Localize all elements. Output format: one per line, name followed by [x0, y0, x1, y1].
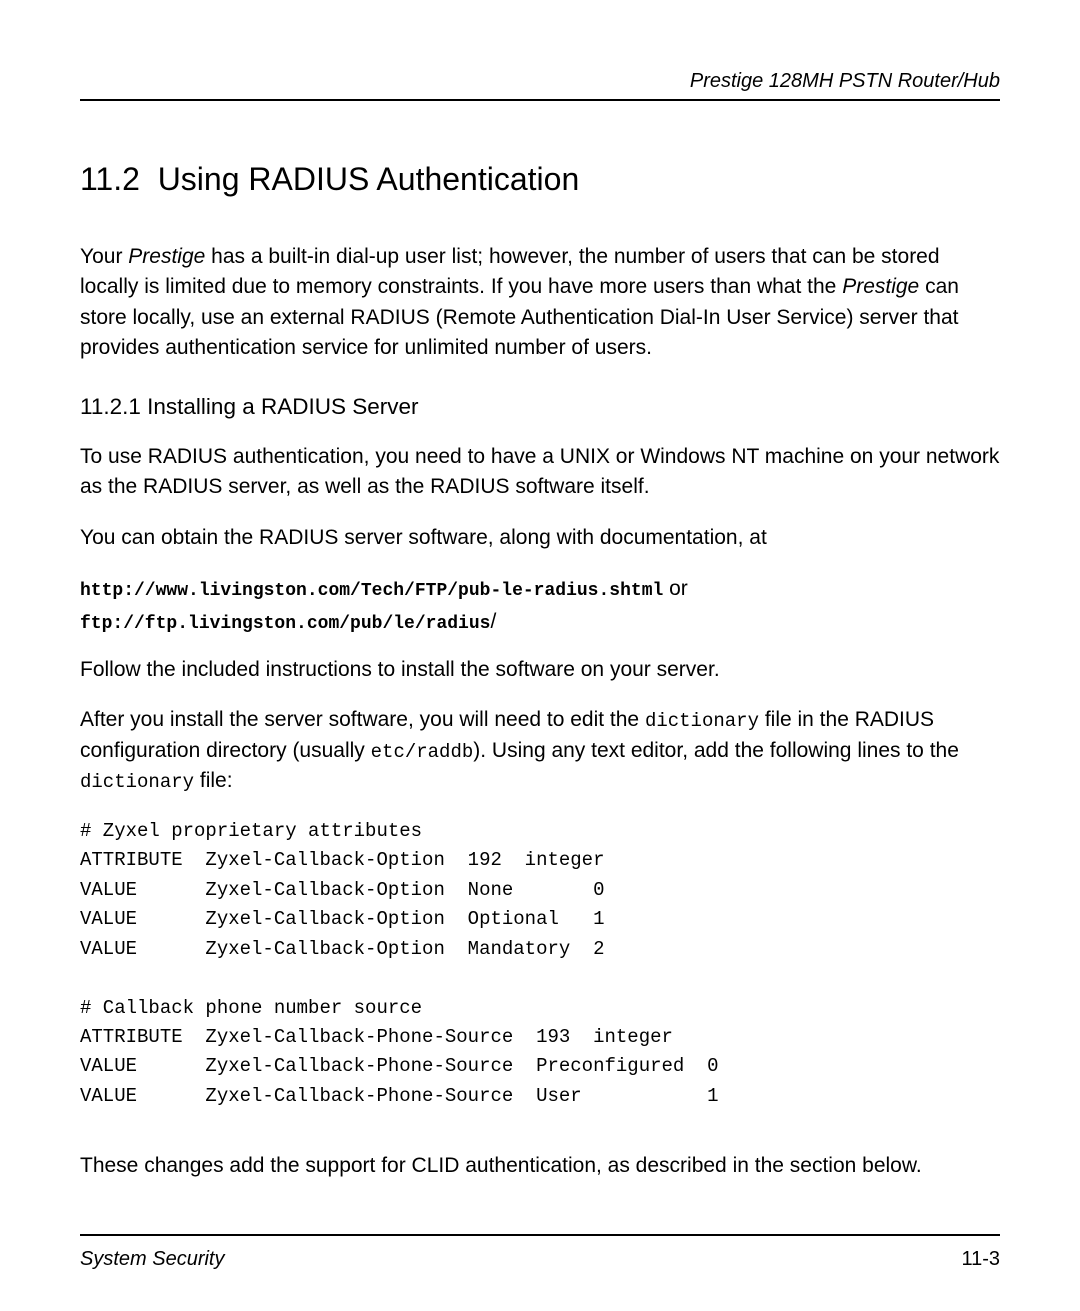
trailing-slash: /	[490, 610, 496, 633]
dictionary-file: dictionary	[645, 710, 759, 732]
page: Prestige 128MH PSTN Router/Hub 11.2 Usin…	[0, 0, 1080, 1311]
subsection-heading: 11.2.1 Installing a RADIUS Server	[80, 394, 1000, 420]
footer-rule	[80, 1234, 1000, 1236]
url-block: http://www.livingston.com/Tech/FTP/pub-l…	[80, 573, 1000, 639]
para-follow: Follow the included instructions to inst…	[80, 655, 1000, 685]
text: After you install the server software, y…	[80, 708, 645, 731]
para-intro: Your Prestige has a built-in dial-up use…	[80, 242, 1000, 364]
dictionary-code-block: # Zyxel proprietary attributes ATTRIBUTE…	[80, 817, 1000, 1111]
page-number: 11-3	[961, 1248, 1000, 1271]
product-name: Prestige	[128, 245, 205, 268]
footer: System Security 11-3	[80, 1234, 1000, 1271]
url-http: http://www.livingston.com/Tech/FTP/pub-l…	[80, 581, 663, 601]
config-path: etc/raddb	[371, 741, 474, 763]
text: file:	[194, 769, 233, 792]
section-title: Using RADIUS Authentication	[158, 161, 580, 197]
text: Your	[80, 245, 128, 268]
dictionary-file: dictionary	[80, 771, 194, 793]
or-text: or	[663, 577, 688, 600]
text: ). Using any text editor, add the follow…	[473, 739, 959, 762]
para-edit-dict: After you install the server software, y…	[80, 705, 1000, 797]
para-changes: These changes add the support for CLID a…	[80, 1151, 1000, 1181]
running-header: Prestige 128MH PSTN Router/Hub	[80, 70, 1000, 101]
section-heading: 11.2 Using RADIUS Authentication	[80, 161, 1000, 198]
footer-section: System Security	[80, 1248, 224, 1271]
para-obtain: You can obtain the RADIUS server softwar…	[80, 523, 1000, 553]
text: has a built-in dial-up user list; howeve…	[80, 245, 940, 298]
product-name: Prestige	[842, 275, 919, 298]
section-number: 11.2	[80, 161, 140, 197]
url-ftp: ftp://ftp.livingston.com/pub/le/radius	[80, 614, 490, 634]
product-header: Prestige 128MH PSTN Router/Hub	[690, 70, 1000, 92]
para-need-server: To use RADIUS authentication, you need t…	[80, 442, 1000, 503]
footer-row: System Security 11-3	[80, 1248, 1000, 1271]
subsection-title: Installing a RADIUS Server	[147, 394, 418, 419]
subsection-number: 11.2.1	[80, 394, 141, 419]
